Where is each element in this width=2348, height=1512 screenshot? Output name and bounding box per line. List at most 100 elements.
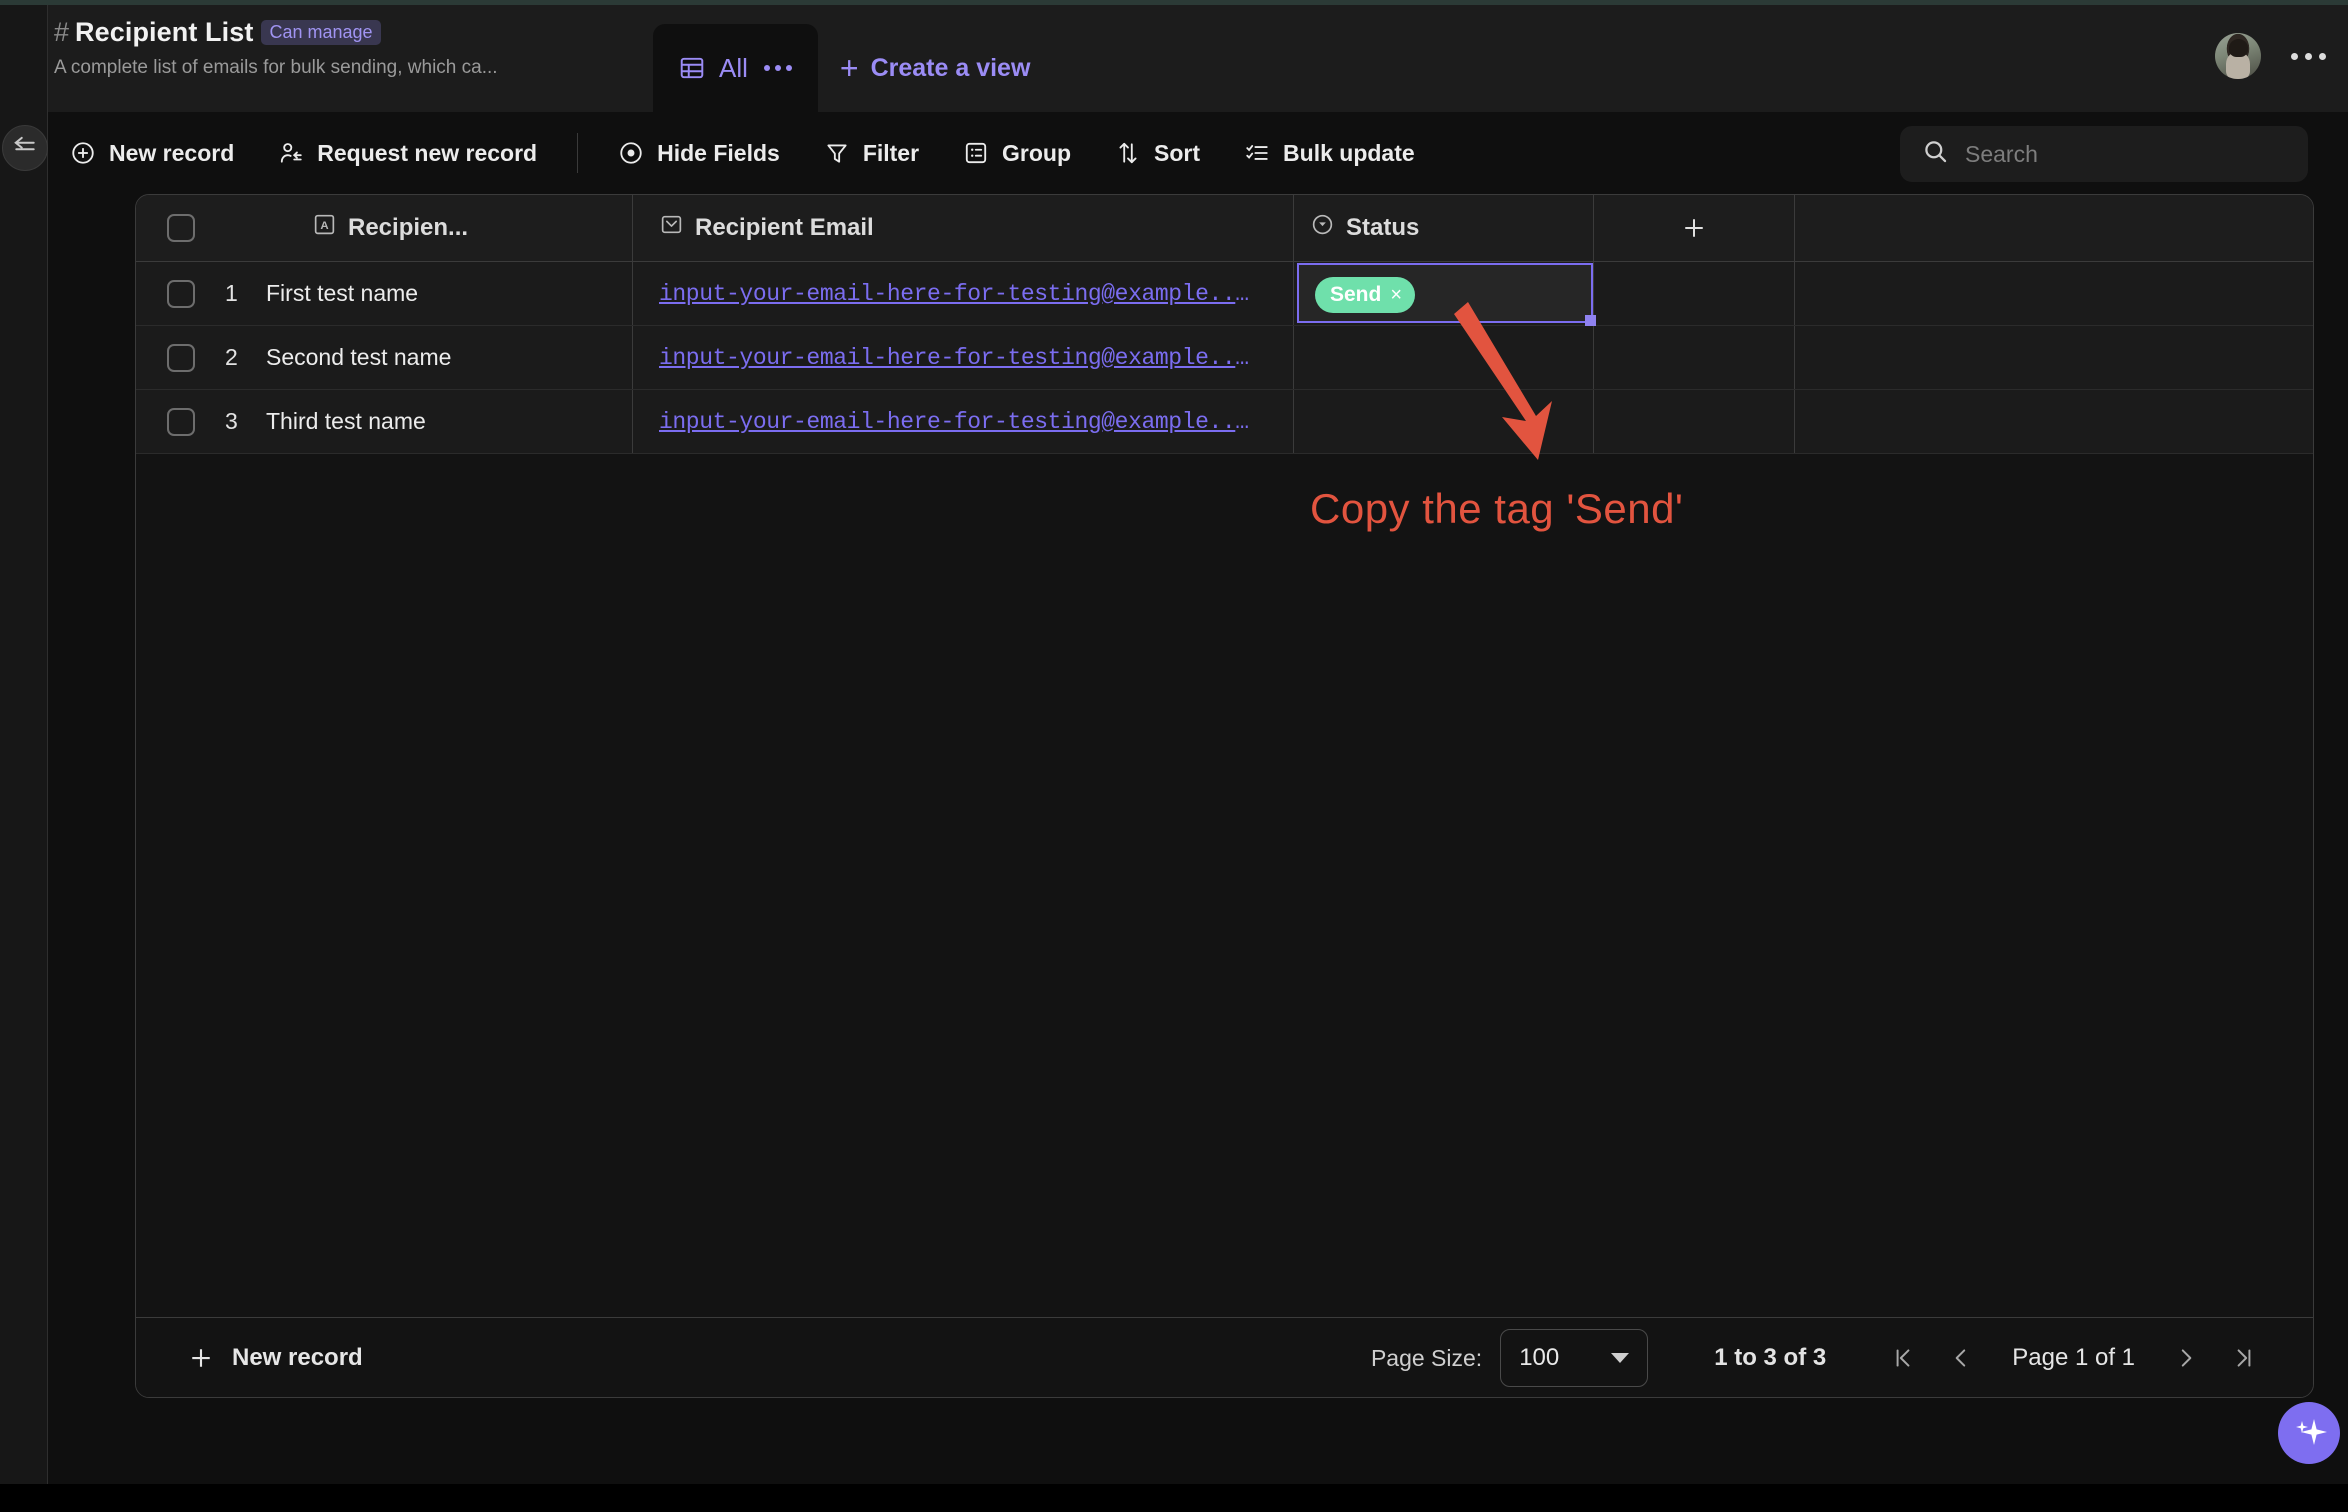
row-checkbox[interactable] [166, 407, 195, 436]
annotation-arrow [1454, 302, 1552, 460]
first-page-icon [1896, 1349, 1910, 1367]
search-icon [1922, 138, 1949, 170]
tab-options-icon[interactable] [762, 65, 792, 71]
email-field-icon [659, 212, 684, 244]
create-view-button[interactable]: + Create a view [818, 24, 1053, 112]
search-box[interactable] [1900, 126, 2308, 182]
data-grid: A Recipien... Recipient Email Status 1 F… [135, 194, 2314, 1398]
cell-recipient-name[interactable]: Third test name [266, 390, 632, 453]
person-request-icon [278, 140, 304, 166]
table-row[interactable]: 1 First test name input-your-email-here-… [136, 262, 2313, 326]
add-field-button[interactable] [1594, 195, 1794, 261]
prev-page-button[interactable] [1932, 1329, 1990, 1387]
status-tag-label: Send [1330, 283, 1382, 306]
request-new-record-label: Request new record [317, 139, 538, 166]
status-tag-send[interactable]: Send × [1315, 277, 1416, 313]
create-view-label: Create a view [870, 53, 1031, 82]
title-row: # Recipient List Can manage [54, 13, 664, 51]
table-toolbar: New record Request new record Hide Field… [48, 112, 2348, 194]
page-size-select[interactable]: 100 [1500, 1329, 1649, 1387]
cell-recipient-email[interactable]: input-your-email-here-for-testing@exampl… [633, 262, 1293, 325]
chevron-down-icon [1611, 1353, 1630, 1363]
grid-footer: New record Page Size: 100 1 to 3 of 3 Pa… [136, 1317, 2313, 1397]
row-index: 2 [225, 344, 238, 370]
table-row[interactable]: 3 Third test name input-your-email-here-… [136, 390, 2313, 454]
next-page-icon [2181, 1349, 2192, 1367]
funnel-icon [824, 140, 850, 166]
header-filler [1795, 195, 2313, 261]
page-indicator: Page 1 of 1 [2012, 1344, 2135, 1371]
row-checkbox[interactable] [166, 279, 195, 308]
grid-empty-area [136, 455, 2313, 1318]
tab-all-label: All [719, 52, 748, 83]
tab-all[interactable]: All [653, 24, 818, 112]
cell-recipient-email[interactable]: input-your-email-here-for-testing@exampl… [633, 390, 1293, 453]
toolbar-group-right: Hide Fields Filter Group Sort Bulk updat… [596, 127, 1437, 179]
row-checkbox[interactable] [166, 343, 195, 372]
plus-icon: + [839, 50, 859, 86]
cell-recipient-name[interactable]: First test name [266, 262, 632, 325]
cell-recipient-email[interactable]: input-your-email-here-for-testing@exampl… [633, 326, 1293, 389]
left-rail [0, 5, 48, 1512]
group-list-icon [963, 140, 989, 166]
column-header-status[interactable]: Status [1294, 195, 1593, 261]
sort-button[interactable]: Sort [1093, 127, 1222, 179]
page-size-label: Page Size: [1370, 1344, 1483, 1371]
table-row[interactable]: 2 Second test name input-your-email-here… [136, 326, 2313, 390]
row-filler [1795, 262, 2313, 325]
filter-label: Filter [862, 139, 920, 166]
kebab-menu-icon[interactable] [2291, 52, 2326, 60]
last-page-icon [2237, 1349, 2251, 1367]
column-header-status-label: Status [1346, 214, 1420, 241]
header-index-spacer [225, 195, 266, 261]
new-record-button[interactable]: New record [48, 127, 256, 179]
request-new-record-button[interactable]: Request new record [256, 127, 559, 179]
row-index: 1 [225, 280, 238, 306]
header-right [2215, 33, 2326, 79]
ai-assistant-button[interactable] [2278, 1402, 2340, 1464]
grid-scroll-area: A Recipien... Recipient Email Status 1 F… [136, 195, 2313, 1318]
email-link[interactable]: input-your-email-here-for-testing@exampl… [659, 281, 1259, 307]
column-header-recipient-email[interactable]: Recipient Email [633, 195, 1293, 261]
column-header-recipient-name[interactable]: A Recipien... [266, 195, 632, 261]
permission-badge: Can manage [261, 19, 381, 45]
email-link[interactable]: input-your-email-here-for-testing@exampl… [659, 345, 1259, 371]
hide-fields-label: Hide Fields [657, 139, 780, 166]
row-filler [1795, 326, 2313, 389]
hash-icon: # [54, 16, 70, 47]
first-page-button[interactable] [1874, 1329, 1932, 1387]
avatar[interactable] [2215, 33, 2261, 79]
last-page-button[interactable] [2215, 1329, 2273, 1387]
text-field-icon: A [312, 212, 337, 244]
collapse-sidebar-button[interactable] [2, 125, 48, 171]
hide-fields-button[interactable]: Hide Fields [596, 127, 802, 179]
plus-icon [192, 1348, 210, 1367]
svg-text:A: A [320, 220, 328, 232]
row-select-cell [136, 326, 225, 389]
plus-icon [1685, 219, 1703, 237]
group-button[interactable]: Group [941, 127, 1093, 179]
view-tabbar: All + Create a view [653, 5, 1052, 112]
eye-icon [618, 140, 644, 166]
group-label: Group [1002, 139, 1072, 166]
remove-tag-icon[interactable]: × [1390, 285, 1402, 305]
search-input[interactable] [1965, 140, 2275, 168]
footer-new-record-label: New record [232, 1343, 363, 1371]
row-select-cell [136, 262, 225, 325]
record-range-text: 1 to 3 of 3 [1714, 1344, 1827, 1371]
select-all-cell [136, 195, 225, 261]
sort-label: Sort [1154, 139, 1201, 166]
select-all-checkbox[interactable] [166, 214, 195, 242]
next-page-button[interactable] [2157, 1329, 2215, 1387]
footer-new-record-button[interactable]: New record [136, 1343, 363, 1373]
pagination: Page Size: 100 1 to 3 of 3 Page 1 of 1 [1370, 1318, 2273, 1397]
cell-recipient-name[interactable]: Second test name [266, 326, 632, 389]
new-record-label: New record [109, 139, 235, 166]
filter-button[interactable]: Filter [802, 127, 941, 179]
page-description: A complete list of emails for bulk sendi… [54, 57, 498, 78]
email-link[interactable]: input-your-email-here-for-testing@exampl… [659, 409, 1259, 435]
bulk-update-label: Bulk update [1283, 139, 1415, 166]
bulk-update-button[interactable]: Bulk update [1222, 127, 1437, 179]
row-filler [1795, 390, 2313, 453]
toolbar-group-left: New record Request new record [48, 127, 559, 179]
